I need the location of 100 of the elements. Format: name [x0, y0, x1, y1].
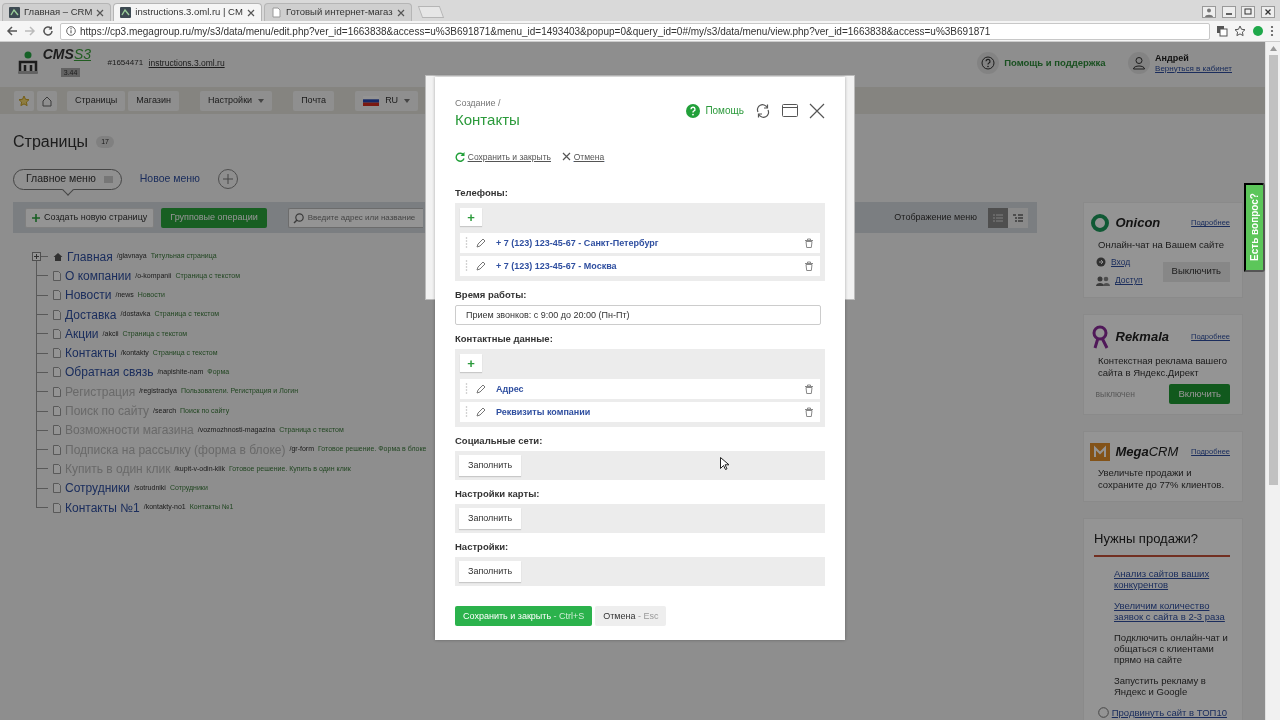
star-icon[interactable] — [1234, 25, 1246, 37]
item-link[interactable]: + 7 (123) 123-45-67 - Москва — [496, 259, 790, 273]
group-operations-button[interactable]: Групповые операции — [161, 207, 267, 228]
list-icon — [993, 213, 1003, 222]
trash-icon[interactable] — [804, 384, 814, 395]
action-link[interactable]: Отмена — [561, 150, 605, 164]
minimize-icon[interactable] — [1221, 6, 1236, 19]
widget-link[interactable]: Доступ — [1115, 274, 1143, 287]
user-name: Андрей — [1155, 52, 1190, 64]
translate-icon[interactable] — [1216, 25, 1228, 37]
drag-handle-icon[interactable] — [465, 237, 468, 250]
refresh-icon[interactable] — [755, 102, 771, 119]
close-icon[interactable] — [1260, 6, 1275, 19]
window-icon[interactable] — [782, 104, 798, 117]
menu-settings-icon — [103, 175, 113, 183]
add-button[interactable]: + — [460, 208, 482, 227]
create-page-button[interactable]: Создать новую страницу — [25, 207, 155, 228]
save-icon — [455, 151, 465, 162]
cancel-button[interactable]: Отмена - Esc — [595, 606, 667, 627]
sales-link[interactable]: Увеличим количество заявок с сайта в 2-3 раза — [1114, 599, 1230, 622]
caret-icon — [404, 98, 411, 103]
item-link[interactable]: Адрес — [496, 382, 790, 396]
add-button[interactable]: + — [460, 354, 482, 373]
close-icon[interactable] — [246, 8, 255, 17]
page-link[interactable]: О компании — [65, 266, 132, 285]
toggle-button[interactable]: Включить — [1169, 384, 1230, 404]
page-link[interactable]: Акции — [65, 324, 99, 343]
fill-button[interactable]: Заполнить — [459, 455, 522, 477]
help-icon[interactable] — [976, 52, 999, 74]
page-link[interactable]: Доставка — [65, 305, 117, 324]
close-icon[interactable] — [809, 102, 825, 119]
back-icon[interactable] — [6, 25, 18, 37]
page-title: Страницы — [13, 132, 89, 152]
browser-tab[interactable]: Готовый интернет-магаз — [263, 3, 412, 21]
extension-icon[interactable] — [1252, 25, 1264, 37]
drag-handle-icon[interactable] — [465, 406, 468, 419]
help-icon — [685, 103, 700, 118]
nav-button[interactable]: Магазин — [128, 90, 179, 111]
item-link[interactable]: Реквизиты компании — [496, 405, 790, 419]
sales-link[interactable]: Анализ сайтов ваших конкурентов — [1114, 567, 1230, 590]
menu-tab[interactable]: Новое меню — [139, 171, 200, 187]
search-icon — [292, 212, 304, 224]
close-icon[interactable] — [396, 8, 405, 17]
pencil-icon[interactable] — [476, 261, 486, 272]
trash-icon[interactable] — [804, 238, 814, 249]
expand-icon[interactable] — [32, 252, 41, 262]
page-icon — [53, 367, 61, 378]
fill-button[interactable]: Заполнить — [459, 561, 522, 583]
page-icon — [53, 270, 61, 281]
page-link[interactable]: Новости — [65, 286, 112, 305]
sales-link[interactable]: Запустить рекламу — [1114, 674, 1199, 686]
nav-button[interactable]: RU — [355, 90, 419, 111]
search-field[interactable]: Введите адрес или название — [287, 207, 423, 228]
trash-icon[interactable] — [804, 261, 814, 272]
user-icon[interactable] — [1202, 6, 1216, 19]
close-icon[interactable] — [96, 8, 105, 17]
item-link[interactable]: + 7 (123) 123-45-67 - Санкт-Петербург — [496, 236, 790, 250]
nav-button[interactable]: Почта — [293, 90, 335, 111]
browser-tab[interactable]: Главная – CRM — [2, 3, 112, 21]
breadcrumb: Создание / — [455, 97, 502, 110]
action-link[interactable]: Сохранить и закрыть — [455, 150, 551, 164]
scroll-up-icon[interactable] — [1269, 46, 1277, 51]
view-toggle[interactable] — [1008, 207, 1028, 228]
text-field[interactable]: Прием звонков: с 9:00 до 20:00 (Пн-Пт) — [455, 305, 821, 326]
drag-handle-icon[interactable] — [465, 260, 468, 273]
pencil-icon[interactable] — [476, 384, 486, 395]
nav-button[interactable]: Страницы — [67, 90, 126, 111]
pencil-icon[interactable] — [476, 407, 486, 418]
trash-icon[interactable] — [804, 407, 814, 418]
page-link[interactable]: Сотрудники — [65, 479, 130, 498]
home-button[interactable] — [37, 90, 57, 111]
address-field[interactable]: https://cp3.megagroup.ru/my/s3/data/menu/edit.php?ver_id=1663838&access=u%3B691871&menu_id=1493403&popup=0&query_id=0#/my/s3/data/menu/view.php?ver_id=1663838&access=u%3B691871 — [60, 22, 1210, 40]
view-toggle[interactable] — [988, 207, 1008, 228]
ring-logo-icon — [1090, 213, 1110, 233]
browser-tab[interactable]: instructions.3.oml.ru | CM — [113, 3, 262, 21]
page-link[interactable]: Обратная связь — [65, 363, 154, 382]
save-button[interactable]: Сохранить и закрыть - Ctrl+S — [455, 606, 593, 627]
widget-link[interactable]: Вход — [1111, 256, 1131, 269]
nav-button[interactable]: Настройки — [200, 90, 273, 111]
fill-button[interactable]: Заполнить — [459, 508, 522, 530]
sales-link[interactable]: Подключить онлайн-чат — [1114, 631, 1220, 643]
reload-icon[interactable] — [42, 25, 54, 37]
page-link[interactable]: Контакты — [65, 344, 117, 363]
toggle-button[interactable]: Выключить — [1162, 261, 1230, 282]
logo-icon — [16, 51, 40, 75]
user-icon[interactable] — [1127, 52, 1150, 74]
section-label: Настройки карты: — [455, 488, 540, 501]
account-link[interactable]: Вернуться в кабинет — [1155, 63, 1232, 74]
sales-link[interactable]: Продвинуть сайт в ТОП10 — [1111, 706, 1227, 718]
widget-description: Увеличьте продажи и сохраните до 77% клиентов. — [1097, 467, 1226, 491]
drag-handle-icon[interactable] — [465, 383, 468, 396]
scrollbar-thumb[interactable] — [1268, 55, 1278, 485]
more-icon[interactable] — [1270, 25, 1274, 37]
page-link[interactable]: Контакты №1 — [65, 498, 140, 517]
help-link[interactable]: Помощь — [685, 103, 744, 118]
site-link[interactable]: instructions.3.oml.ru — [148, 56, 225, 70]
page-link[interactable]: Главная — [67, 247, 113, 266]
help-link[interactable]: Помощь и поддержка — [1004, 55, 1106, 71]
restore-icon[interactable] — [1241, 6, 1255, 19]
pencil-icon[interactable] — [476, 238, 486, 249]
